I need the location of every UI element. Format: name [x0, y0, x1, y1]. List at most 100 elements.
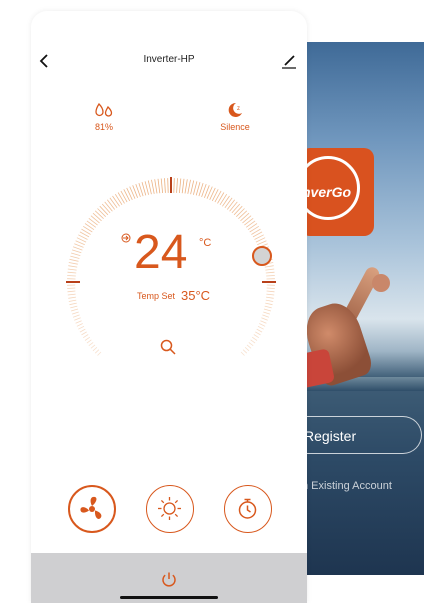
dial-tick	[110, 198, 117, 208]
dial-tick	[267, 288, 275, 289]
dial-tick	[245, 347, 249, 351]
home-indicator[interactable]	[120, 596, 218, 599]
dial-tick	[265, 306, 272, 308]
dial-tick	[266, 297, 274, 298]
fan-icon	[70, 487, 114, 531]
dial-tick	[188, 180, 191, 194]
timer-button[interactable]	[224, 485, 272, 533]
dial-tick	[257, 241, 266, 245]
person-hand	[372, 274, 390, 292]
dial-tick	[260, 321, 266, 324]
humidity-icon	[94, 101, 114, 119]
dial-tick	[72, 312, 79, 314]
mode-stat[interactable]: z Silence	[211, 101, 259, 132]
dial-tick	[105, 202, 113, 211]
fan-button[interactable]	[68, 485, 116, 533]
dial-tick	[95, 350, 99, 354]
dial-tick	[182, 179, 184, 193]
dial-tick	[98, 209, 106, 217]
dial-tick	[70, 306, 77, 308]
dial-tick	[249, 342, 253, 345]
dial-tick	[257, 329, 262, 332]
dial-tick	[266, 276, 275, 277]
dial-slider-knob[interactable]	[252, 246, 272, 266]
dial-tick	[118, 193, 124, 204]
dial-tick	[148, 181, 151, 195]
dial-tick	[80, 329, 85, 332]
dial-tick	[73, 247, 82, 250]
dial-tick	[215, 191, 221, 202]
current-temperature: 24	[134, 229, 187, 277]
dial-tick	[254, 335, 259, 338]
svg-text:z: z	[237, 106, 240, 112]
power-icon[interactable]	[160, 570, 178, 588]
dial-tick	[78, 326, 84, 329]
dial-tick	[259, 324, 265, 327]
dial-tick	[185, 179, 187, 193]
dial-tick	[248, 224, 257, 230]
dial-tick	[152, 180, 155, 194]
dial-tick	[218, 193, 224, 204]
dial-tick	[85, 337, 90, 340]
dial-tick	[70, 303, 77, 305]
dial-tick	[113, 196, 120, 206]
dial-tick	[69, 300, 76, 301]
dial-tick	[102, 204, 110, 213]
dial-tick	[255, 332, 260, 335]
mode-value: Silence	[211, 122, 259, 132]
dial-tick	[258, 326, 264, 329]
dial-tick	[71, 309, 78, 311]
dial-tick	[68, 294, 76, 295]
dial-tick	[74, 244, 83, 248]
moon-icon: z	[225, 101, 245, 119]
sun-icon	[147, 486, 192, 531]
temp-set-label: Temp Set	[137, 291, 175, 301]
dial-tick	[89, 342, 93, 345]
dial-tick	[234, 206, 242, 215]
dial-tick	[263, 312, 270, 314]
dial-tick	[145, 181, 149, 195]
edit-pencil-icon[interactable]	[279, 51, 299, 71]
dial-tick	[76, 321, 82, 324]
dial-tick	[252, 337, 257, 340]
sun-button[interactable]	[146, 485, 194, 533]
dial-tick	[266, 300, 273, 301]
search-icon[interactable]	[159, 338, 177, 356]
dial-tick	[100, 206, 108, 215]
temperature-dial[interactable]	[65, 176, 277, 388]
app-logo-text: nverGo	[302, 184, 351, 200]
dial-tick	[95, 211, 103, 219]
dial-tick	[222, 196, 229, 206]
dial-tick	[76, 241, 85, 245]
dial-tick	[87, 340, 92, 343]
timer-icon	[225, 486, 270, 531]
dial-tick	[67, 288, 75, 289]
dial-tick	[124, 189, 130, 201]
dial-tick	[265, 269, 274, 270]
dial-tick	[158, 179, 160, 193]
dial-tick	[68, 269, 77, 270]
dial-tick	[243, 216, 252, 223]
dial-tick	[98, 352, 102, 356]
dial-tick	[265, 266, 274, 267]
humidity-value: 81%	[80, 122, 128, 132]
dial-tick	[93, 347, 97, 351]
dial-tick	[266, 272, 275, 273]
dial-tick	[91, 216, 100, 223]
dial-tick	[68, 297, 76, 298]
temperature-unit: °C	[199, 237, 211, 249]
dial-tick	[168, 178, 169, 193]
humidity-stat[interactable]: 81%	[80, 101, 128, 132]
background-app-screen	[292, 42, 424, 575]
dial-tick	[70, 259, 79, 261]
dial-tick	[246, 221, 255, 227]
heating-mode-icon	[121, 233, 131, 243]
dial-tick	[251, 340, 256, 343]
dial-tick	[73, 315, 80, 317]
page-title: Inverter-HP	[31, 54, 307, 65]
dial-tick	[67, 276, 76, 277]
dial-tick	[244, 218, 253, 225]
dial-tick	[265, 303, 272, 305]
dial-tick	[70, 256, 79, 258]
existing-account-link[interactable]: n Existing Account	[302, 480, 392, 492]
